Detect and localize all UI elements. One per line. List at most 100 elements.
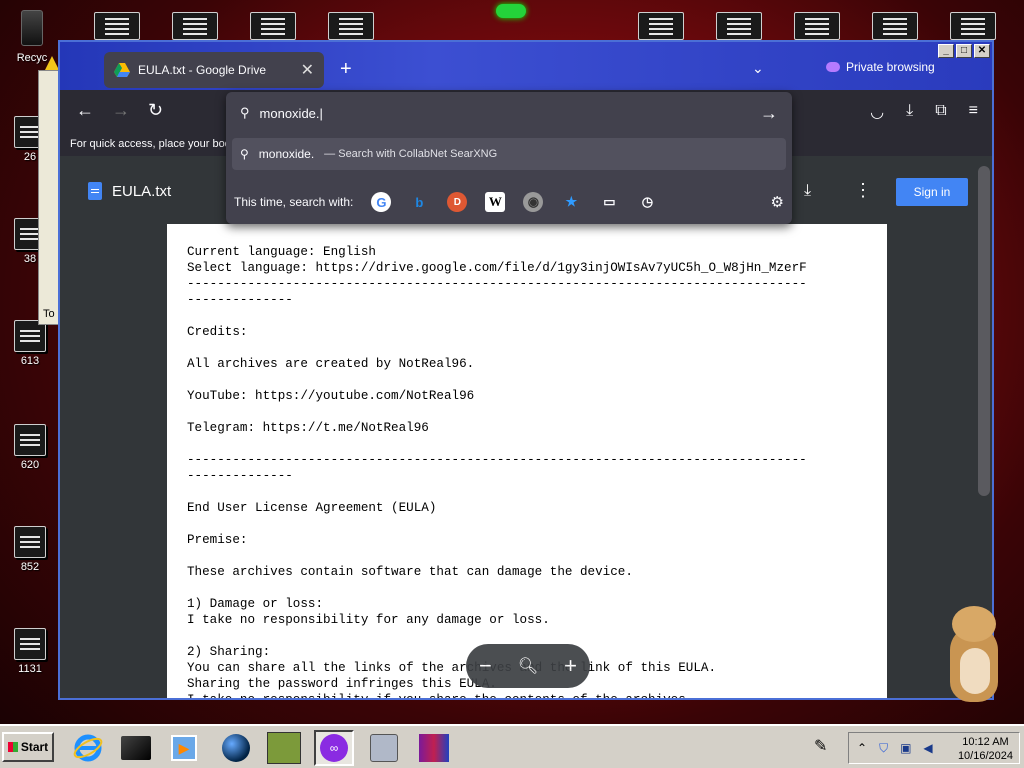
bing-icon[interactable]: b <box>409 192 429 212</box>
chevron-up-icon[interactable]: ⌃ <box>857 741 867 756</box>
desktop-file-icon[interactable] <box>950 12 996 40</box>
search-suggestion[interactable]: ⚲ monoxide. — Search with CollabNet Sear… <box>232 138 786 170</box>
downloads-icon[interactable]: ⤓ <box>906 102 913 122</box>
file-icon <box>14 628 46 660</box>
taskbar: Start ▶ ∞ ✎ ⌃ ⛉ ▣ ◀ 10:12 AM 10/16/2024 <box>0 724 1024 768</box>
recycle-bin[interactable]: Recyc <box>12 10 52 64</box>
desktop-file-icon[interactable] <box>172 12 218 40</box>
duckduckgo-icon[interactable]: D <box>447 192 468 212</box>
network-icon[interactable]: ▣ <box>900 741 911 756</box>
desktop-icon-label: 1131 <box>18 663 42 675</box>
file-icon <box>14 526 46 558</box>
title-bar: EULA.txt - Google Drive ✕ + ⌄ Private br… <box>60 42 992 90</box>
back-icon[interactable]: ← <box>76 100 94 121</box>
extensions-icon[interactable]: ⧉ <box>935 102 946 122</box>
url-bar[interactable]: ⚲ monoxide.| → <box>234 96 784 130</box>
desktop-icon-label: 26 <box>23 151 37 163</box>
minimize-button[interactable]: _ <box>938 44 954 58</box>
internet-explorer-icon[interactable] <box>68 730 108 766</box>
new-tab-icon[interactable]: + <box>340 58 352 81</box>
desktop-icon-label: 613 <box>20 355 40 367</box>
gear-icon[interactable]: ⚙ <box>771 193 784 211</box>
background-window-label: To <box>43 308 55 320</box>
history-icon[interactable]: ◷ <box>637 192 657 212</box>
windows-flag-icon <box>7 742 18 752</box>
pocket-icon[interactable]: ◡ <box>870 102 884 122</box>
search-engine-bar: This time, search with: G b D W ◉ ★ ▭ ◷ … <box>234 188 784 216</box>
status-light <box>496 4 526 18</box>
search-with-label: This time, search with: <box>234 195 354 209</box>
engine-list: G b D W ◉ ★ ▭ ◷ <box>371 192 657 212</box>
bookmarks-icon[interactable]: ★ <box>561 192 581 212</box>
zoom-reset-icon[interactable]: 🔍︎ <box>518 656 538 676</box>
download-icon[interactable]: ⤓ <box>804 182 811 200</box>
desktop-icon[interactable]: 613 <box>4 320 56 367</box>
private-browsing-indicator: Private browsing <box>826 60 935 74</box>
recycle-bin-label: Recyc <box>16 52 48 64</box>
go-arrow-icon[interactable]: → <box>760 103 778 124</box>
desktop-icon[interactable]: 620 <box>4 424 56 471</box>
clock-date: 10/16/2024 <box>957 750 1013 762</box>
wikipedia-icon[interactable]: W <box>485 192 506 212</box>
desktop-file-icon[interactable] <box>250 12 296 40</box>
zoom-controls: − 🔍︎ + <box>466 644 590 688</box>
globe-app-icon[interactable] <box>216 730 256 766</box>
search-icon: ⚲ <box>240 105 250 120</box>
black-box-app-icon[interactable] <box>116 730 156 766</box>
forward-icon[interactable]: → <box>112 100 130 121</box>
desktop-icon[interactable]: 1131 <box>4 628 56 675</box>
system-tray: ⌃ ⛉ ▣ ◀ 10:12 AM 10/16/2024 <box>848 732 1020 764</box>
chevron-down-icon[interactable]: ⌄ <box>752 60 764 77</box>
google-icon[interactable]: G <box>371 192 392 212</box>
private-browser-app-icon[interactable]: ∞ <box>314 730 354 766</box>
more-options-icon[interactable]: ⋮ <box>854 180 872 201</box>
toolbar-right: ◡ ⤓ ⧉ ≡ <box>870 102 978 122</box>
browser-window: EULA.txt - Google Drive ✕ + ⌄ Private br… <box>58 40 994 700</box>
clock[interactable]: 10:12 AM 10/16/2024 <box>958 735 1013 763</box>
zoom-in-icon[interactable]: + <box>564 653 577 679</box>
shield-icon[interactable]: ⛉ <box>879 741 888 756</box>
document-icon <box>88 182 102 200</box>
media-player-icon[interactable]: ▶ <box>164 730 204 766</box>
system-app-icon[interactable] <box>364 730 404 766</box>
notepad-icon[interactable]: ✎ <box>814 736 827 756</box>
scrollbar[interactable] <box>978 166 990 496</box>
clock-time: 10:12 AM <box>962 736 1009 748</box>
desktop-file-icon[interactable] <box>328 12 374 40</box>
private-label: Private browsing <box>846 60 935 74</box>
document-text: Current language: English Select languag… <box>167 224 887 698</box>
sign-in-button[interactable]: Sign in <box>896 178 968 206</box>
reload-icon[interactable]: ↻ <box>148 100 163 121</box>
hamster-box-icon[interactable] <box>264 730 304 766</box>
private-mask-icon <box>826 62 840 72</box>
volume-icon[interactable]: ◀ <box>923 741 932 756</box>
tray-icons: ⌃ ⛉ ▣ ◀ <box>857 741 933 756</box>
desktop-file-icon[interactable] <box>716 12 762 40</box>
google-drive-icon <box>114 63 130 77</box>
suggestion-engine: — Search with CollabNet SearXNG <box>324 148 498 160</box>
desktop-icon-label: 852 <box>20 561 40 573</box>
close-tab-icon[interactable]: ✕ <box>301 60 314 80</box>
tab-eula[interactable]: EULA.txt - Google Drive ✕ <box>104 52 324 88</box>
desktop-file-icon[interactable] <box>794 12 840 40</box>
menu-icon[interactable]: ≡ <box>969 102 978 122</box>
desktop-file-icon[interactable] <box>872 12 918 40</box>
drive-file-title: EULA.txt <box>88 182 171 200</box>
zoom-out-icon[interactable]: − <box>479 653 492 679</box>
maximize-button[interactable]: □ <box>956 44 972 58</box>
window-controls: _ □ ✕ <box>938 44 990 58</box>
desktop-icon-label: 620 <box>20 459 40 471</box>
start-button[interactable]: Start <box>2 732 54 762</box>
tab-title: EULA.txt - Google Drive <box>138 63 267 77</box>
start-label: Start <box>20 740 49 754</box>
file-icon <box>14 424 46 456</box>
url-input[interactable]: monoxide.| <box>260 106 323 121</box>
searx-icon[interactable]: ◉ <box>523 192 544 212</box>
file-name: EULA.txt <box>112 182 172 200</box>
close-window-button[interactable]: ✕ <box>974 44 990 58</box>
tabs-icon[interactable]: ▭ <box>599 192 619 212</box>
desktop-file-icon[interactable] <box>94 12 140 40</box>
archive-app-icon[interactable] <box>414 730 454 766</box>
desktop-file-icon[interactable] <box>638 12 684 40</box>
desktop-icon[interactable]: 852 <box>4 526 56 573</box>
